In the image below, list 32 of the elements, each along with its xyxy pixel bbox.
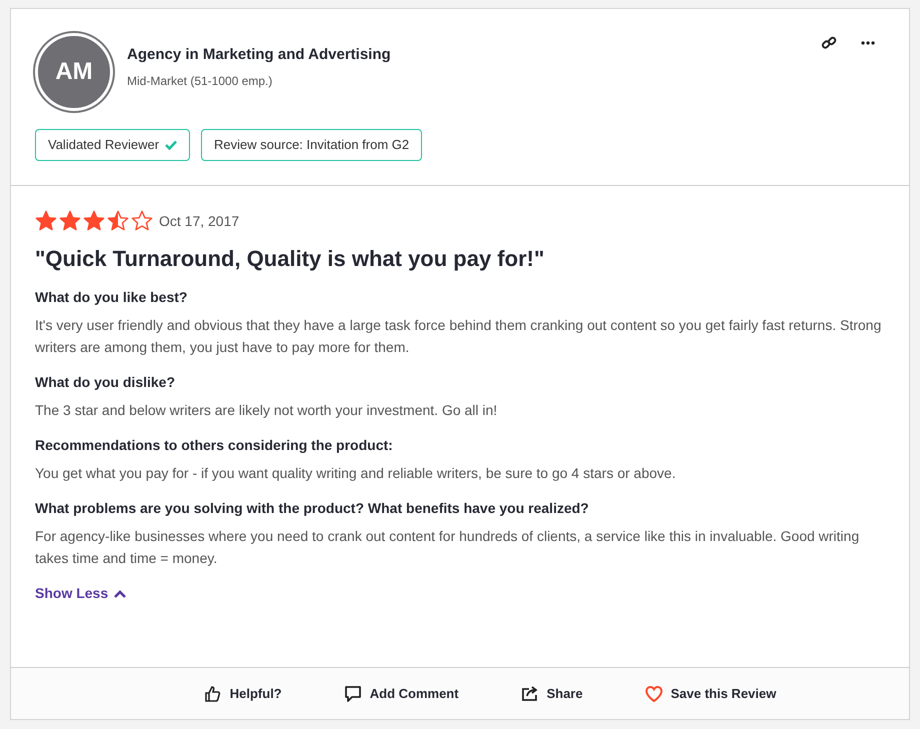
star-icon (59, 210, 81, 232)
question: What do you dislike? (35, 373, 176, 392)
question: Recommendations to others considering the product: (35, 436, 394, 455)
avatar: AM (35, 33, 113, 111)
review-date: Oct 17, 2017 (159, 212, 240, 230)
star-icon (131, 210, 153, 232)
helpful-button[interactable]: Helpful? (204, 684, 282, 704)
question: What do you like best? (35, 288, 188, 307)
thumbs-up-icon (204, 684, 222, 702)
save-button[interactable]: Save this Review (644, 684, 776, 704)
show-less-link[interactable]: Show Less (35, 583, 126, 604)
answer-text: For agency-like businesses where you need to crank out content for hundreds of clients, a service like this in invaluable. Good writing takes time and time = money. (35, 527, 860, 568)
more-icon[interactable] (861, 41, 875, 45)
chevron-up-icon (114, 590, 126, 598)
answer-text: It's very user friendly and obvious that they have a large task force behind them cranking out content so you get fairly fast returns. Strong writers are among them, you just have to pay more for them. (35, 316, 882, 357)
badge: Review source: Invitation from G2 (201, 129, 422, 161)
link-icon[interactable] (821, 35, 837, 51)
star-icon (83, 210, 105, 232)
question: What problems are you solving with the product? What benefits have you realized? (35, 499, 590, 518)
answer-text: The 3 star and below writers are likely not worth your investment. Go all in! (35, 401, 498, 420)
company-size: Mid-Market (51-1000 emp.) (127, 73, 274, 90)
answer-text: You get what you pay for - if you want quality writing and reliable writers, be sure to go 4 stars or above. (35, 464, 677, 483)
share-icon (520, 684, 539, 702)
star-icon (107, 210, 129, 232)
review-title: "Quick Turnaround, Quality is what you pay for!" (35, 245, 546, 273)
badge: Validated Reviewer (35, 129, 190, 161)
speech-bubble-icon (344, 684, 362, 702)
heart-icon (644, 684, 663, 702)
reviewer-name: Agency in Marketing and Advertising (127, 44, 391, 65)
comment-button[interactable]: Add Comment (344, 684, 459, 704)
share-button[interactable]: Share (520, 684, 583, 704)
star-icon (35, 210, 57, 232)
